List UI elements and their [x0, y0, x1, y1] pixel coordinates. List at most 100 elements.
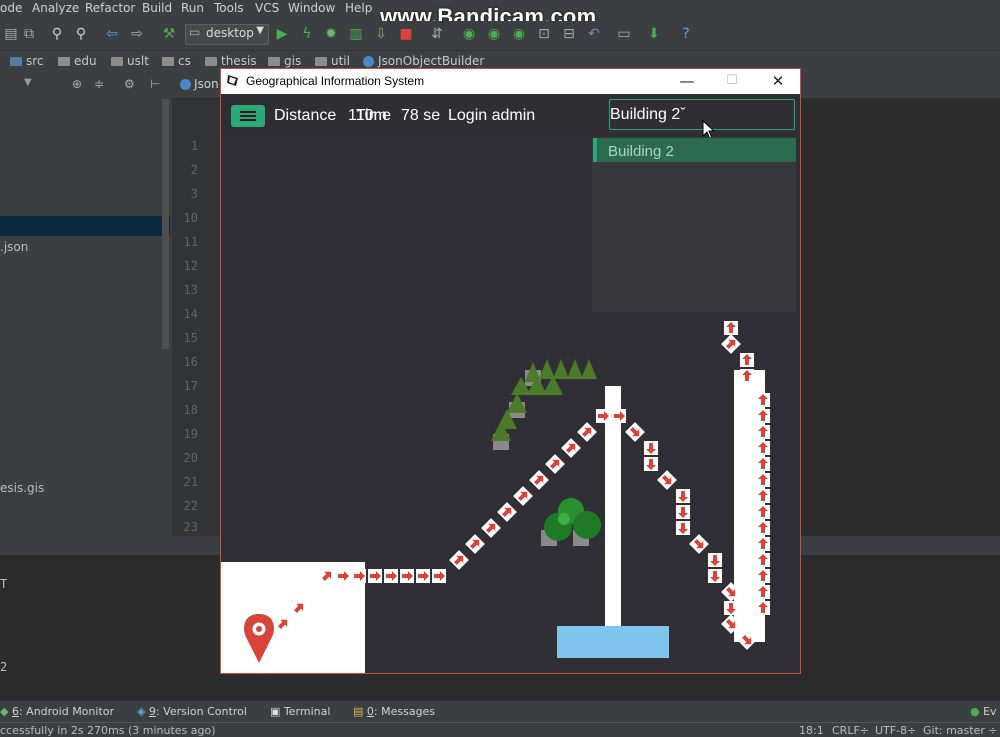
project-item-gis[interactable]: esis.gis [0, 481, 44, 495]
menu-window[interactable]: Window [288, 1, 335, 15]
vcs-compare-icon[interactable]: ⊡ [535, 25, 553, 43]
vcs-history-icon[interactable]: ⊟ [560, 25, 578, 43]
breadcrumb-class[interactable]: JsonObjectBuilder [363, 54, 484, 68]
attach-icon[interactable]: ⇩ [372, 25, 390, 43]
menu-tools[interactable]: Tools [214, 1, 244, 15]
map-canvas[interactable] [221, 137, 800, 673]
tool-version-control[interactable]: ◈ 9: Version Control [137, 705, 247, 718]
line-number: 18 [183, 403, 198, 417]
git-branch[interactable]: Git: master ÷ [923, 724, 998, 737]
menu-build[interactable]: Build [142, 1, 172, 15]
route-arrow [721, 334, 741, 354]
breadcrumb-src[interactable]: src [10, 54, 44, 68]
chevron-down-icon[interactable]: ▼ [24, 77, 32, 88]
route-arrow [596, 409, 610, 423]
route-arrow [756, 393, 770, 407]
hide-panel-icon[interactable]: ⊢ [150, 77, 160, 91]
revert-icon[interactable]: ↶ [585, 25, 603, 43]
sdk-manager-icon[interactable]: ⬇ [645, 25, 663, 43]
menu-refactor[interactable]: Refactor [85, 1, 135, 15]
line-number: 10 [183, 211, 198, 225]
file-encoding[interactable]: UTF-8÷ [875, 724, 916, 737]
route-arrow [756, 601, 770, 615]
line-number: 21 [183, 475, 198, 489]
line-number: 12 [183, 259, 198, 273]
tool-event-log[interactable]: ● Ev [970, 705, 997, 718]
cursor-position[interactable]: 18:1 [799, 724, 824, 737]
grass-patch [491, 359, 597, 450]
route-arrow [545, 454, 565, 474]
line-number: 3 [190, 187, 198, 201]
line-number: 23 [183, 520, 198, 534]
project-item-json[interactable]: .json [0, 240, 28, 254]
breadcrumb-edu[interactable]: edu [58, 54, 97, 68]
replace-icon[interactable]: ⚲ [72, 25, 90, 43]
vcs-commit-icon[interactable]: ◉ [485, 25, 503, 43]
menu-code[interactable]: ode [0, 1, 22, 15]
avd-manager-icon[interactable]: ▭ [615, 25, 633, 43]
tool-terminal[interactable]: ▣ Terminal [270, 705, 330, 718]
sync-icon[interactable]: ⇵ [428, 25, 446, 43]
menu-help[interactable]: Help [345, 1, 372, 15]
line-number: 16 [183, 355, 198, 369]
run-config-select[interactable]: ▭ desktop ▼ [185, 24, 269, 45]
breadcrumb-util[interactable]: util [315, 54, 350, 68]
line-number: 2 [190, 163, 198, 177]
line-number: 22 [183, 499, 198, 513]
hamburger-menu-button[interactable] [231, 105, 265, 127]
breadcrumb-uslt[interactable]: uslt [111, 54, 149, 68]
building-block[interactable] [557, 626, 669, 658]
time-label: Time [356, 107, 391, 124]
project-selected-row[interactable] [0, 216, 170, 236]
route-arrow [336, 569, 350, 583]
tool-window-bar: ◆ 6: Android Monitor ◈ 9: Version Contro… [0, 700, 1000, 723]
route-arrow [513, 486, 533, 506]
maximize-icon[interactable]: ☐ [722, 72, 742, 90]
close-icon[interactable]: ✕ [768, 72, 788, 90]
tree-cluster [541, 498, 601, 546]
vcs-update-icon[interactable]: ◉ [460, 25, 478, 43]
coverage-icon[interactable]: ▥ [347, 25, 365, 43]
line-separator[interactable]: CRLF÷ [832, 724, 869, 737]
debug-icon[interactable]: ✹ [322, 25, 340, 43]
find-icon[interactable]: ⚲ [48, 25, 66, 43]
breadcrumb-cs[interactable]: cs [162, 54, 191, 68]
tab-json[interactable]: Json [180, 77, 219, 91]
gear-icon[interactable]: ⚙ [124, 77, 135, 91]
help-icon[interactable]: ? [677, 25, 695, 43]
tool-android-monitor[interactable]: ◆ 6: Android Monitor [0, 705, 114, 718]
status-bar: ccessfully in 2s 270ms (3 minutes ago) 1… [0, 722, 1000, 737]
menu-vcs[interactable]: VCS [255, 1, 279, 15]
save-icon[interactable]: ▤ [2, 25, 20, 43]
back-icon[interactable]: ⇦ [103, 25, 121, 43]
route-arrow [756, 537, 770, 551]
run-icon[interactable]: ▶ [273, 25, 291, 43]
status-message: ccessfully in 2s 270ms (3 minutes ago) [0, 724, 216, 737]
minimize-icon[interactable]: — [677, 72, 697, 90]
collapse-icon[interactable]: ≑ [94, 77, 104, 91]
locate-icon[interactable]: ⊕ [72, 77, 82, 91]
route-arrow [657, 470, 677, 490]
scrollbar[interactable] [162, 99, 169, 349]
run-config-label: desktop [206, 26, 254, 40]
line-number: 11 [183, 235, 198, 249]
forward-icon[interactable]: ⇨ [128, 25, 146, 43]
menu-run[interactable]: Run [181, 1, 204, 15]
route-arrow [481, 518, 501, 538]
breadcrumb-gis[interactable]: gis [268, 54, 301, 68]
route-arrow [756, 521, 770, 535]
messages-icon: ▤ [353, 705, 364, 718]
route-arrow [432, 569, 446, 583]
route-arrow [708, 569, 722, 583]
apply-changes-icon[interactable]: ϟ [298, 25, 316, 43]
stop-icon[interactable]: ■ [397, 25, 415, 43]
route-arrow [368, 569, 382, 583]
menu-analyze[interactable]: Analyze [32, 1, 79, 15]
vcs-icon: ◈ [137, 705, 146, 718]
copy-icon[interactable]: ⧉ [20, 25, 38, 43]
breadcrumb-thesis[interactable]: thesis [205, 54, 257, 68]
tool-messages[interactable]: ▤ 0: Messages [353, 705, 435, 718]
route-arrow [756, 457, 770, 471]
vcs-push-icon[interactable]: ◉ [510, 25, 528, 43]
make-icon[interactable]: ⚒ [160, 25, 178, 43]
